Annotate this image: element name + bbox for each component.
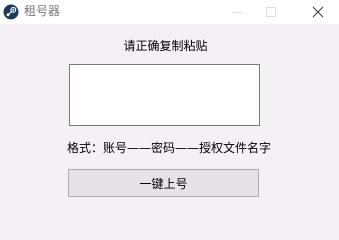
title-bar[interactable]: 租号器	[0, 0, 339, 24]
minimize-icon	[232, 12, 242, 13]
maximize-button[interactable]	[256, 0, 286, 24]
instruction-label: 请正确复制粘贴	[123, 39, 208, 53]
close-icon	[312, 6, 324, 18]
one-click-login-button[interactable]: 一键上号	[68, 169, 259, 197]
close-button[interactable]	[303, 0, 333, 24]
format-hint-label: 格式：账号——密码——授权文件名字	[67, 141, 272, 155]
app-window: 租号器 请正确复制粘贴 格式：账号——密码——授权文件名字 一键上号	[0, 0, 339, 212]
paste-input[interactable]	[69, 64, 260, 126]
window-title: 租号器	[24, 4, 61, 18]
minimize-button[interactable]	[222, 0, 252, 24]
steam-logo-icon	[3, 4, 19, 20]
maximize-icon	[266, 7, 276, 17]
